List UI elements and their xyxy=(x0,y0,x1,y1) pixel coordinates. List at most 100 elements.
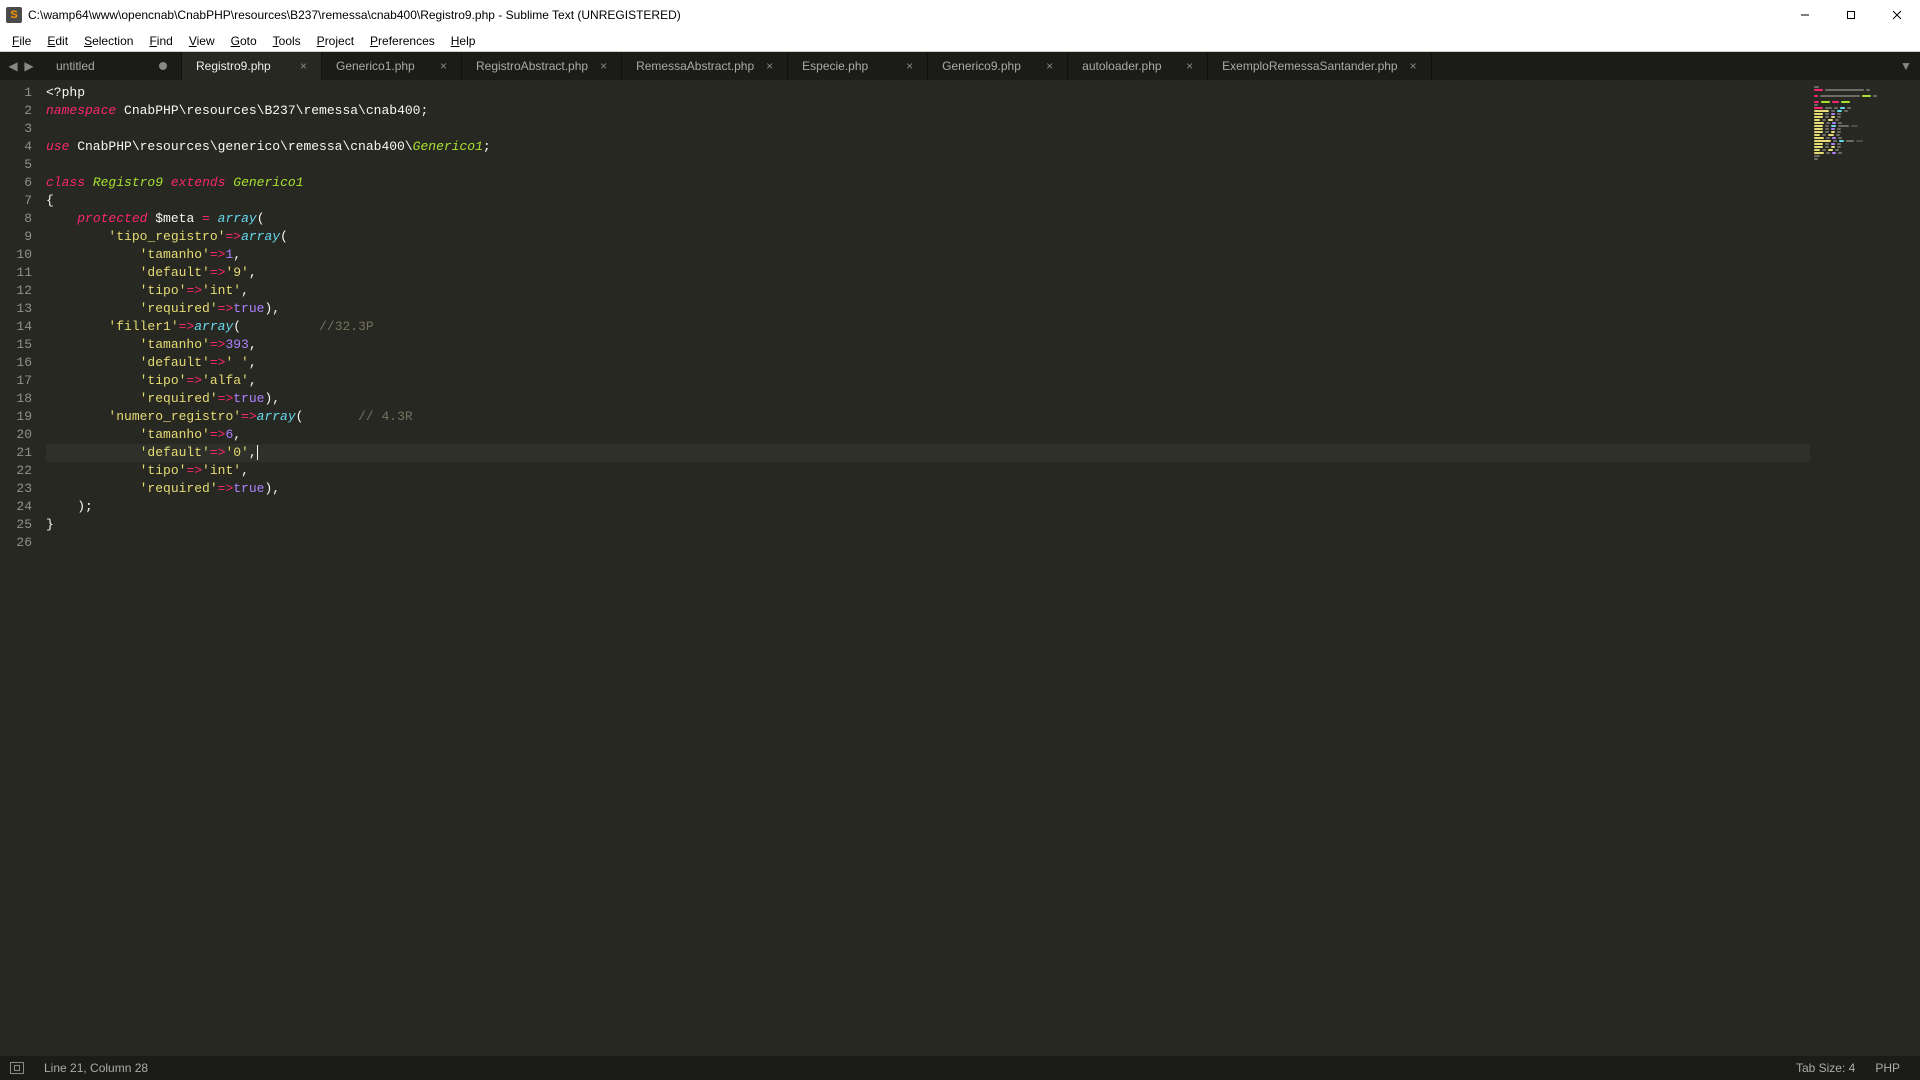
tab-close-icon[interactable]: × xyxy=(600,59,607,73)
tab-untitled[interactable]: untitled xyxy=(42,52,182,80)
maximize-button[interactable] xyxy=(1828,0,1874,30)
tab-especie-php[interactable]: Especie.php × xyxy=(788,52,928,80)
code-line[interactable]: 'tipo_registro'=>array( xyxy=(46,228,1810,246)
code-line[interactable]: class Registro9 extends Generico1 xyxy=(46,174,1810,192)
tab-generico1-php[interactable]: Generico1.php × xyxy=(322,52,462,80)
close-button[interactable] xyxy=(1874,0,1920,30)
panel-toggle-icon[interactable] xyxy=(10,1062,24,1074)
code-line[interactable]: 'default'=>' ', xyxy=(46,354,1810,372)
line-number: 5 xyxy=(0,156,32,174)
code-line[interactable]: } xyxy=(46,516,1810,534)
line-number: 17 xyxy=(0,372,32,390)
tab-label: Registro9.php xyxy=(196,59,288,73)
tab-registroabstract-php[interactable]: RegistroAbstract.php× xyxy=(462,52,622,80)
line-number: 6 xyxy=(0,174,32,192)
menu-bar: FileEditSelectionFindViewGotoToolsProjec… xyxy=(0,30,1920,52)
tab-label: Generico1.php xyxy=(336,59,428,73)
editor-area[interactable]: 1234567891011121314151617181920212223242… xyxy=(0,80,1920,1056)
code-line[interactable]: 'filler1'=>array( //32.3P xyxy=(46,318,1810,336)
tab-close-icon[interactable]: × xyxy=(906,59,913,73)
status-bar: Line 21, Column 28 Tab Size: 4 PHP xyxy=(0,1056,1920,1080)
status-cursor-position[interactable]: Line 21, Column 28 xyxy=(34,1061,158,1075)
code-line[interactable]: 'tipo'=>'alfa', xyxy=(46,372,1810,390)
minimize-button[interactable] xyxy=(1782,0,1828,30)
line-number: 7 xyxy=(0,192,32,210)
menu-view[interactable]: View xyxy=(181,32,223,50)
tab-label: untitled xyxy=(56,59,147,73)
line-number: 25 xyxy=(0,516,32,534)
code-line[interactable]: 'numero_registro'=>array( // 4.3R xyxy=(46,408,1810,426)
line-number: 22 xyxy=(0,462,32,480)
menu-edit[interactable]: Edit xyxy=(39,32,76,50)
tab-generico9-php[interactable]: Generico9.php × xyxy=(928,52,1068,80)
code-line[interactable]: { xyxy=(46,192,1810,210)
status-syntax[interactable]: PHP xyxy=(1865,1061,1910,1075)
line-number: 10 xyxy=(0,246,32,264)
tab-close-icon[interactable]: × xyxy=(1410,59,1417,73)
tab-close-icon[interactable]: × xyxy=(1046,59,1053,73)
tab-label: Generico9.php xyxy=(942,59,1034,73)
code-line[interactable]: 'required'=>true), xyxy=(46,390,1810,408)
menu-file[interactable]: File xyxy=(4,32,39,50)
code-line[interactable]: namespace CnabPHP\resources\B237\remessa… xyxy=(46,102,1810,120)
tab-close-icon[interactable]: × xyxy=(300,59,307,73)
line-number: 19 xyxy=(0,408,32,426)
code-content[interactable]: <?phpnamespace CnabPHP\resources\B237\re… xyxy=(40,80,1810,1056)
tab-remessaabstract-php[interactable]: RemessaAbstract.php × xyxy=(622,52,788,80)
tab-close-icon[interactable]: × xyxy=(766,59,773,73)
menu-preferences[interactable]: Preferences xyxy=(362,32,443,50)
code-line[interactable]: 'default'=>'0', xyxy=(46,444,1810,462)
title-bar: S C:\wamp64\www\opencnab\CnabPHP\resourc… xyxy=(0,0,1920,30)
code-line[interactable]: <?php xyxy=(46,84,1810,102)
code-line[interactable]: use CnabPHP\resources\generico\remessa\c… xyxy=(46,138,1810,156)
line-number: 1 xyxy=(0,84,32,102)
line-number: 9 xyxy=(0,228,32,246)
code-line[interactable]: 'tamanho'=>6, xyxy=(46,426,1810,444)
tab-label: RemessaAbstract.php xyxy=(636,59,754,73)
tab-overflow-icon[interactable]: ▼ xyxy=(1892,52,1920,80)
line-number: 15 xyxy=(0,336,32,354)
line-number: 21 xyxy=(0,444,32,462)
code-line[interactable] xyxy=(46,534,1810,552)
tab-nav-arrows: ◀ ▶ xyxy=(0,52,42,80)
line-number: 11 xyxy=(0,264,32,282)
tab-bar: ◀ ▶ untitled Registro9.php × Generico1.php ×… xyxy=(0,52,1920,80)
tab-close-icon[interactable]: × xyxy=(1186,59,1193,73)
code-line[interactable]: 'required'=>true), xyxy=(46,300,1810,318)
menu-find[interactable]: Find xyxy=(141,32,180,50)
line-number: 3 xyxy=(0,120,32,138)
line-number: 16 xyxy=(0,354,32,372)
code-line[interactable]: 'tamanho'=>393, xyxy=(46,336,1810,354)
code-line[interactable]: 'tipo'=>'int', xyxy=(46,282,1810,300)
code-line[interactable]: ); xyxy=(46,498,1810,516)
window-title: C:\wamp64\www\opencnab\CnabPHP\resources… xyxy=(28,8,1782,22)
tab-label: ExemploRemessaSantander.php xyxy=(1222,59,1397,73)
status-indent[interactable]: Tab Size: 4 xyxy=(1786,1061,1865,1075)
code-line[interactable]: 'required'=>true), xyxy=(46,480,1810,498)
tab-nav-back-icon[interactable]: ◀ xyxy=(6,59,20,73)
menu-tools[interactable]: Tools xyxy=(265,32,309,50)
line-number: 13 xyxy=(0,300,32,318)
minimap[interactable] xyxy=(1810,80,1920,1056)
code-line[interactable]: 'default'=>'9', xyxy=(46,264,1810,282)
code-line[interactable]: protected $meta = array( xyxy=(46,210,1810,228)
menu-goto[interactable]: Goto xyxy=(223,32,265,50)
menu-project[interactable]: Project xyxy=(309,32,362,50)
tab-label: Especie.php xyxy=(802,59,894,73)
line-number: 24 xyxy=(0,498,32,516)
line-number: 4 xyxy=(0,138,32,156)
tab-registro9-php[interactable]: Registro9.php × xyxy=(182,52,322,80)
window-controls xyxy=(1782,0,1920,30)
tab-close-icon[interactable]: × xyxy=(440,59,447,73)
tab-label: autoloader.php xyxy=(1082,59,1174,73)
code-line[interactable] xyxy=(46,156,1810,174)
code-line[interactable] xyxy=(46,120,1810,138)
line-number: 8 xyxy=(0,210,32,228)
tab-exemploremessasantander-php[interactable]: ExemploRemessaSantander.php × xyxy=(1208,52,1431,80)
menu-help[interactable]: Help xyxy=(443,32,484,50)
menu-selection[interactable]: Selection xyxy=(76,32,141,50)
code-line[interactable]: 'tipo'=>'int', xyxy=(46,462,1810,480)
tab-autoloader-php[interactable]: autoloader.php × xyxy=(1068,52,1208,80)
tab-nav-forward-icon[interactable]: ▶ xyxy=(22,59,36,73)
code-line[interactable]: 'tamanho'=>1, xyxy=(46,246,1810,264)
